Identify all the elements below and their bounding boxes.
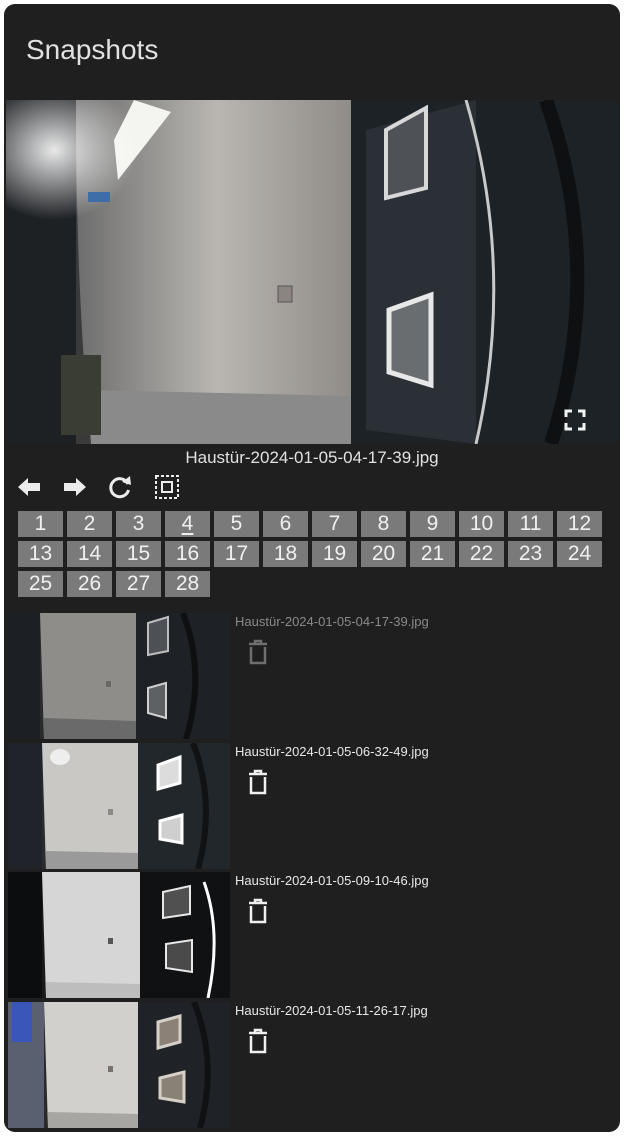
refresh-icon[interactable] bbox=[105, 472, 135, 502]
page-button[interactable]: 2 bbox=[67, 511, 112, 537]
page-button[interactable]: 12 bbox=[557, 511, 602, 537]
main-snapshot-image[interactable] bbox=[6, 100, 618, 444]
snapshot-list-item: Haustür-2024-01-05-06-32-49.jpg bbox=[8, 743, 612, 869]
page-button[interactable]: 28 bbox=[165, 571, 210, 597]
page-button[interactable]: 8 bbox=[361, 511, 406, 537]
page-button[interactable]: 19 bbox=[312, 541, 357, 567]
page-button[interactable]: 14 bbox=[67, 541, 112, 567]
snapshot-list-item: Haustür-2024-01-05-09-10-46.jpg bbox=[8, 872, 612, 998]
card-title: Snapshots bbox=[26, 34, 159, 65]
page-button[interactable]: 5 bbox=[214, 511, 259, 537]
page-button[interactable]: 25 bbox=[18, 571, 63, 597]
page-button[interactable]: 7 bbox=[312, 511, 357, 537]
page-button[interactable]: 16 bbox=[165, 541, 210, 567]
delete-icon[interactable] bbox=[247, 639, 269, 665]
page-button-current[interactable]: 4 bbox=[165, 511, 210, 537]
arrow-right-icon[interactable] bbox=[60, 472, 90, 502]
delete-icon[interactable] bbox=[247, 1028, 269, 1054]
fullscreen-icon[interactable] bbox=[564, 409, 586, 431]
snapshot-filename: Haustür-2024-01-05-06-32-49.jpg bbox=[235, 744, 429, 759]
snapshot-list-item: Haustür-2024-01-05-11-26-17.jpg bbox=[8, 1002, 612, 1128]
page-button[interactable]: 20 bbox=[361, 541, 406, 567]
page-button[interactable]: 1 bbox=[18, 511, 63, 537]
snapshot-thumbnail[interactable] bbox=[8, 1002, 230, 1128]
delete-icon[interactable] bbox=[247, 898, 269, 924]
page-button[interactable]: 27 bbox=[116, 571, 161, 597]
page-button[interactable]: 23 bbox=[508, 541, 553, 567]
snapshot-thumbnail[interactable] bbox=[8, 872, 230, 998]
page-button[interactable]: 24 bbox=[557, 541, 602, 567]
snapshot-filename: Haustür-2024-01-05-04-17-39.jpg bbox=[235, 614, 429, 629]
snapshot-thumbnail[interactable] bbox=[8, 743, 230, 869]
snapshot-filename: Haustür-2024-01-05-11-26-17.jpg bbox=[235, 1003, 428, 1018]
page-button[interactable]: 6 bbox=[263, 511, 308, 537]
page-button[interactable]: 22 bbox=[459, 541, 504, 567]
page-button[interactable]: 10 bbox=[459, 511, 504, 537]
snapshot-filename: Haustür-2024-01-05-09-10-46.jpg bbox=[235, 873, 429, 888]
page-button[interactable]: 9 bbox=[410, 511, 455, 537]
page-button[interactable]: 15 bbox=[116, 541, 161, 567]
page-button[interactable]: 18 bbox=[263, 541, 308, 567]
select-icon[interactable] bbox=[152, 472, 182, 502]
snapshot-thumbnail[interactable] bbox=[8, 613, 230, 739]
arrow-left-icon[interactable] bbox=[14, 472, 44, 502]
main-snapshot-filename: Haustür-2024-01-05-04-17-39.jpg bbox=[185, 448, 439, 467]
page-button[interactable]: 11 bbox=[508, 511, 553, 537]
page-button[interactable]: 21 bbox=[410, 541, 455, 567]
snapshots-card: Snapshots Haustür-2024-01-05-04-17-39.jp… bbox=[4, 4, 620, 1132]
page-button[interactable]: 3 bbox=[116, 511, 161, 537]
page-button[interactable]: 13 bbox=[18, 541, 63, 567]
page-button[interactable]: 17 bbox=[214, 541, 259, 567]
page-button[interactable]: 26 bbox=[67, 571, 112, 597]
snapshot-list-item: Haustür-2024-01-05-04-17-39.jpg bbox=[8, 613, 612, 739]
delete-icon[interactable] bbox=[247, 769, 269, 795]
